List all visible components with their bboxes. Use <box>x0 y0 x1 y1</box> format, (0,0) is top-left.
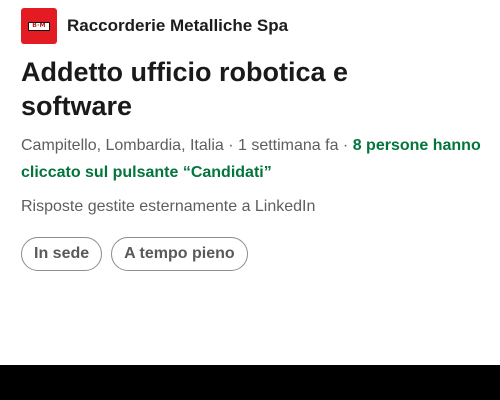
job-posted-time: 1 settimana fa <box>237 137 339 154</box>
logo-mark: B·M <box>28 21 50 31</box>
company-row: B·M Raccorderie Metalliche Spa <box>21 8 288 44</box>
job-insight-chips: In sede A tempo pieno <box>21 237 248 271</box>
meta-separator: · <box>338 137 353 154</box>
job-location: Campitello, Lombardia, Italia <box>21 137 224 154</box>
chip-workplace-type[interactable]: In sede <box>21 237 103 271</box>
chip-employment-type[interactable]: A tempo pieno <box>111 237 248 271</box>
job-meta: Campitello, Lombardia, Italia · 1 settim… <box>21 132 483 186</box>
company-name[interactable]: Raccorderie Metalliche Spa <box>67 16 288 36</box>
job-title: Addetto ufficio robotica e software <box>21 57 348 121</box>
meta-separator: · <box>223 137 238 154</box>
logo-text: B·M <box>32 22 46 29</box>
job-card: B·M Raccorderie Metalliche Spa Addetto u… <box>0 0 500 365</box>
application-note: Risposte gestite esternamente a LinkedIn <box>21 198 316 215</box>
bottom-bar <box>0 365 500 400</box>
company-logo[interactable]: B·M <box>21 8 57 44</box>
